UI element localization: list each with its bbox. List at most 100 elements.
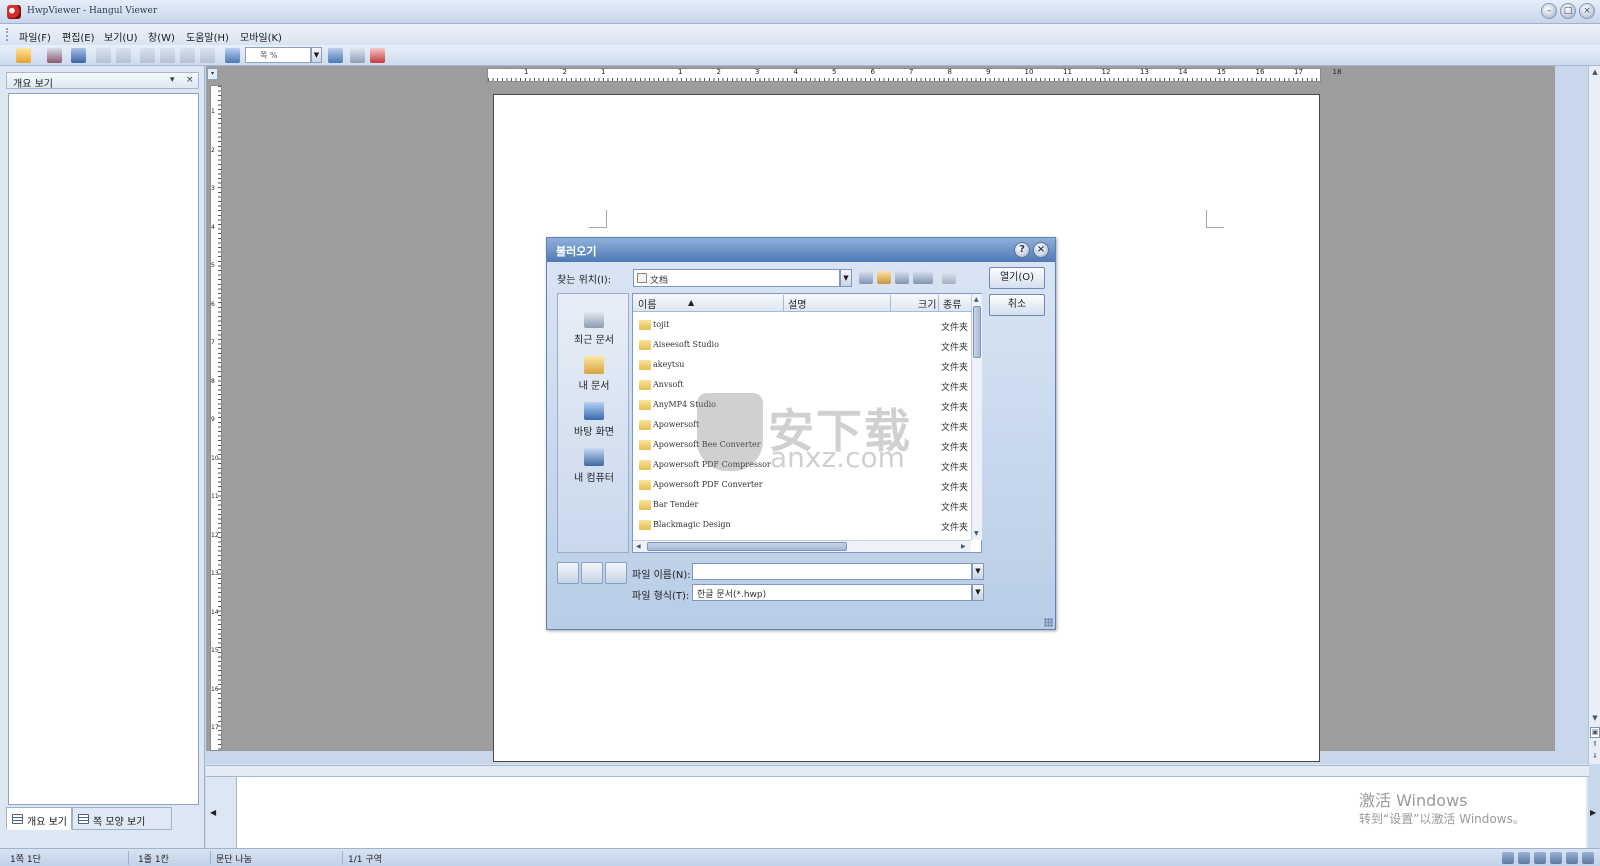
- page-setup-icon[interactable]: [350, 48, 365, 63]
- normal-view-icon[interactable]: [1502, 852, 1514, 864]
- up-folder-icon[interactable]: [877, 271, 891, 284]
- new-folder-button[interactable]: [557, 562, 579, 584]
- column-separator[interactable]: [890, 295, 891, 311]
- vertical-ruler[interactable]: 1 2 3 4 5 6 7 8 9 10 11 12 13 14 15 16 17: [210, 85, 222, 751]
- maximize-button[interactable]: □: [1560, 3, 1576, 19]
- place-desktop[interactable]: 바탕 화면: [558, 402, 630, 438]
- folder-icon: [639, 520, 651, 530]
- page-view-icon[interactable]: [1518, 852, 1530, 864]
- help-status-icon[interactable]: [1582, 852, 1594, 864]
- filename-input[interactable]: [692, 563, 972, 580]
- column-separator[interactable]: [938, 295, 939, 311]
- new-folder-icon[interactable]: [895, 271, 909, 284]
- last-page-icon[interactable]: [200, 48, 215, 63]
- delete-button[interactable]: [605, 562, 627, 584]
- outline-panel-header: 개요 보기 ▾ ×: [6, 72, 199, 90]
- settings-icon[interactable]: [1566, 852, 1578, 864]
- panel-close-icon[interactable]: ×: [186, 75, 194, 85]
- place-my-documents[interactable]: 내 문서: [558, 356, 630, 392]
- place-my-computer[interactable]: 내 컴퓨터: [558, 448, 630, 484]
- file-row[interactable]: Apowersoft PDF Converter 文件夹: [633, 476, 971, 496]
- tab-page-view[interactable]: 쪽 모양 보기: [72, 807, 172, 830]
- ruler-number: 1: [524, 68, 529, 76]
- column-description[interactable]: 설명: [788, 296, 806, 311]
- ruler-corner-button[interactable]: ▾: [207, 68, 218, 80]
- open-folder-icon[interactable]: [16, 48, 31, 63]
- panel-menu-icon[interactable]: ▾: [170, 75, 175, 85]
- web-view-icon[interactable]: [1534, 852, 1546, 864]
- ruler-number: 12: [1101, 68, 1111, 76]
- column-size[interactable]: 크기: [918, 296, 936, 311]
- zoom-dropdown-button[interactable]: ▼: [311, 47, 322, 63]
- tab-outline-view[interactable]: 개요 보기: [6, 807, 72, 830]
- view-menu-icon[interactable]: [913, 271, 933, 284]
- close-window-button[interactable]: ×: [1579, 3, 1595, 19]
- pdf-icon[interactable]: [370, 48, 385, 63]
- document-vertical-scrollbar[interactable]: ▲ ▼ ▣ ⇑ ⇓: [1588, 66, 1600, 764]
- menu-file[interactable]: 파일(F): [19, 29, 51, 44]
- open-button[interactable]: 열기(O): [989, 267, 1045, 289]
- next-page-icon[interactable]: [180, 48, 195, 63]
- filetype-dropdown-button[interactable]: ▼: [972, 584, 984, 601]
- look-in-dropdown-button[interactable]: ▼: [840, 269, 852, 287]
- lower-pane-right-arrow[interactable]: ▶: [1590, 808, 1596, 817]
- menu-help[interactable]: 도움말(H): [186, 29, 229, 44]
- column-type[interactable]: 종류: [943, 296, 961, 311]
- find-icon[interactable]: [71, 48, 86, 63]
- next-page-arrow[interactable]: ⇓: [1590, 752, 1600, 763]
- dialog-close-button[interactable]: ×: [1033, 242, 1049, 258]
- page-icon: [78, 814, 89, 824]
- redo-icon[interactable]: [116, 48, 131, 63]
- file-row[interactable]: tojit 文件夹: [633, 316, 971, 336]
- column-name[interactable]: 이름: [638, 296, 656, 311]
- tools-icon[interactable]: [942, 271, 956, 284]
- prev-page-arrow[interactable]: ⇑: [1590, 740, 1600, 751]
- outline-content[interactable]: [8, 93, 199, 805]
- dialog-help-button[interactable]: ?: [1014, 242, 1030, 258]
- file-list-scroll-right[interactable]: ▶: [961, 543, 966, 550]
- ruler-number: 16: [1255, 68, 1265, 76]
- resize-grip-icon[interactable]: [1044, 618, 1053, 627]
- ruler-number: 8: [947, 68, 952, 76]
- file-row[interactable]: Blackmagic Design 文件夹: [633, 516, 971, 536]
- back-icon[interactable]: [859, 271, 873, 284]
- file-list-scroll-up[interactable]: ▲: [974, 296, 979, 303]
- horizontal-ruler[interactable]: 1 2 1 1 2 3 4 5 6 7 8 9 10 11 12 13 14 15 16 17 18: [487, 68, 1341, 82]
- file-list-scroll-thumb[interactable]: [973, 306, 981, 358]
- zoom-out-icon[interactable]: [328, 48, 343, 63]
- lower-pane-left-arrow[interactable]: ◀: [210, 808, 216, 817]
- file-list-scroll-down[interactable]: ▼: [974, 530, 979, 537]
- prev-page-icon[interactable]: [160, 48, 175, 63]
- document-horizontal-scrollbar[interactable]: [206, 765, 1589, 777]
- file-row[interactable]: Aiseesoft Studio 文件夹: [633, 336, 971, 356]
- file-row[interactable]: Anvsoft 文件夹: [633, 376, 971, 396]
- scroll-down-arrow[interactable]: ▼: [1590, 714, 1600, 725]
- print-preview-icon[interactable]: [1550, 852, 1562, 864]
- file-row[interactable]: Bar Tender 文件夹: [633, 496, 971, 516]
- file-list-horizontal-scrollbar[interactable]: ◀ ▶: [633, 540, 971, 552]
- rename-button[interactable]: [581, 562, 603, 584]
- filename-dropdown-button[interactable]: ▼: [972, 563, 984, 580]
- print-icon[interactable]: [47, 48, 62, 63]
- cancel-button[interactable]: 취소: [989, 294, 1045, 316]
- zoom-input[interactable]: 쪽 %: [245, 47, 311, 63]
- menu-mobile[interactable]: 모바일(K): [240, 29, 282, 44]
- zoom-in-icon[interactable]: [225, 48, 240, 63]
- file-row[interactable]: akeytsu 文件夹: [633, 356, 971, 376]
- scroll-up-arrow[interactable]: ▲: [1590, 68, 1600, 79]
- menu-view[interactable]: 보기(U): [104, 29, 138, 44]
- filetype-select[interactable]: 한글 문서(*.hwp): [692, 584, 972, 601]
- status-bar: 1쪽 1단 1줄 1칸 문단 나눔 1/1 구역: [0, 848, 1600, 866]
- first-page-icon[interactable]: [140, 48, 155, 63]
- column-separator[interactable]: [783, 295, 784, 311]
- look-in-combo[interactable]: 文档: [633, 269, 840, 287]
- page-scroll-button[interactable]: ▣: [1590, 727, 1600, 738]
- file-list-vertical-scrollbar[interactable]: ▲ ▼: [971, 294, 982, 540]
- menu-window[interactable]: 창(W): [148, 29, 175, 44]
- file-list-hscroll-thumb[interactable]: [647, 542, 847, 551]
- place-recent[interactable]: 최근 문서: [558, 310, 630, 346]
- undo-icon[interactable]: [96, 48, 111, 63]
- menu-edit[interactable]: 편집(E): [62, 29, 95, 44]
- file-list-scroll-left[interactable]: ◀: [636, 543, 641, 550]
- minimize-button[interactable]: –: [1541, 3, 1557, 19]
